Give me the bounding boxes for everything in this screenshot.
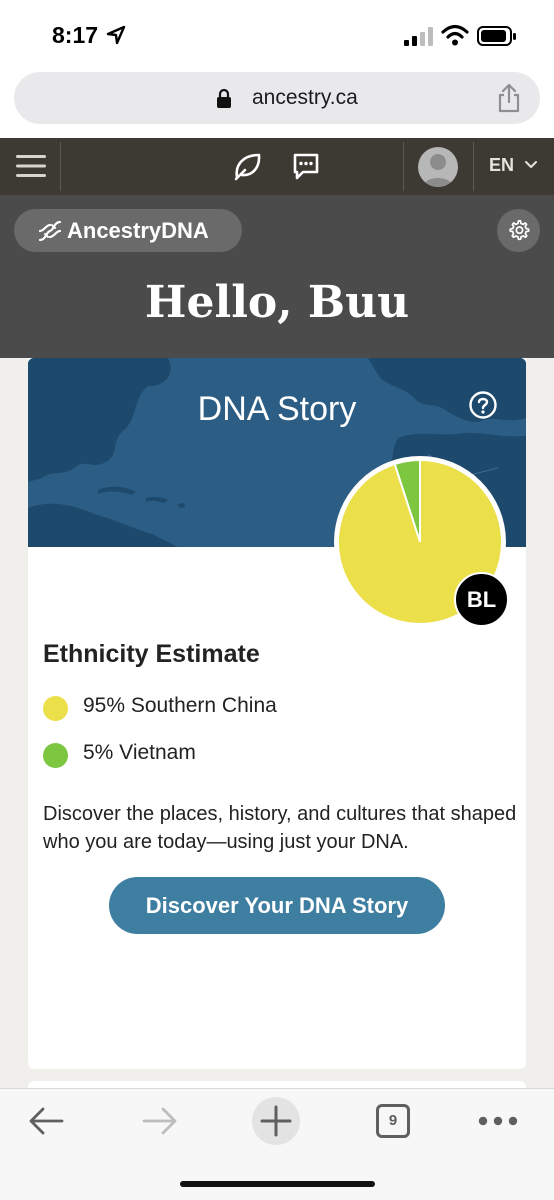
region-color-dot [43,743,68,768]
nav-divider [60,142,61,191]
ethnicity-estimate-heading: Ethnicity Estimate [43,640,260,668]
more-options-icon[interactable] [478,1115,518,1127]
dna-header: AncestryDNA Hello, Buu [0,195,554,358]
status-bar: 8:17 [0,0,554,70]
tabs-switcher-button[interactable]: 9 [376,1104,410,1138]
discover-dna-story-button[interactable]: Discover Your DNA Story [109,877,445,934]
share-icon[interactable] [496,83,522,113]
home-indicator [180,1181,375,1187]
nav-divider [403,142,404,191]
dna-helix-icon [38,220,62,242]
avatar-silhouette-icon [423,154,453,187]
nav-divider [473,142,474,191]
user-avatar[interactable] [418,147,458,187]
gear-icon [509,220,530,241]
plus-icon [260,1105,292,1137]
browser-toolbar: 9 [0,1088,554,1200]
status-time: 8:17 [52,22,99,48]
help-question-icon[interactable] [468,390,498,420]
dna-story-description: Discover the places, history, and cultur… [43,803,517,853]
wifi-icon [441,24,469,46]
url-text: ancestry.ca [252,86,358,109]
address-bar[interactable]: ancestry.ca [14,72,540,124]
region-label: 5% Vietnam [83,741,196,764]
new-tab-button[interactable] [252,1097,300,1145]
site-nav: EN [0,138,554,195]
back-arrow-icon[interactable] [28,1106,64,1136]
greeting-title: Hello, Buu [144,277,410,328]
dna-story-card: DNA Story BL Ethnicity Estimate 95% Sout… [28,358,526,1069]
battery-icon [477,26,516,46]
settings-button[interactable] [497,209,540,252]
user-initials-badge[interactable]: BL [454,572,509,627]
forward-arrow-icon[interactable] [142,1106,178,1136]
ancestry-leaf-icon[interactable] [233,151,263,181]
messages-icon[interactable] [292,152,320,180]
ancestrydna-switcher-button[interactable]: AncestryDNA [14,209,242,252]
region-label: 95% Southern China [83,694,277,717]
cellular-signal-icon [404,27,433,46]
brand-label: AncestryDNA [67,218,209,243]
location-arrow-icon [106,25,126,45]
region-color-dot [43,696,68,721]
lock-icon [217,88,231,108]
chevron-down-icon[interactable] [525,160,537,170]
hamburger-menu-icon[interactable] [16,153,46,179]
language-selector[interactable]: EN [489,155,514,176]
dna-story-title: DNA Story [197,390,357,428]
